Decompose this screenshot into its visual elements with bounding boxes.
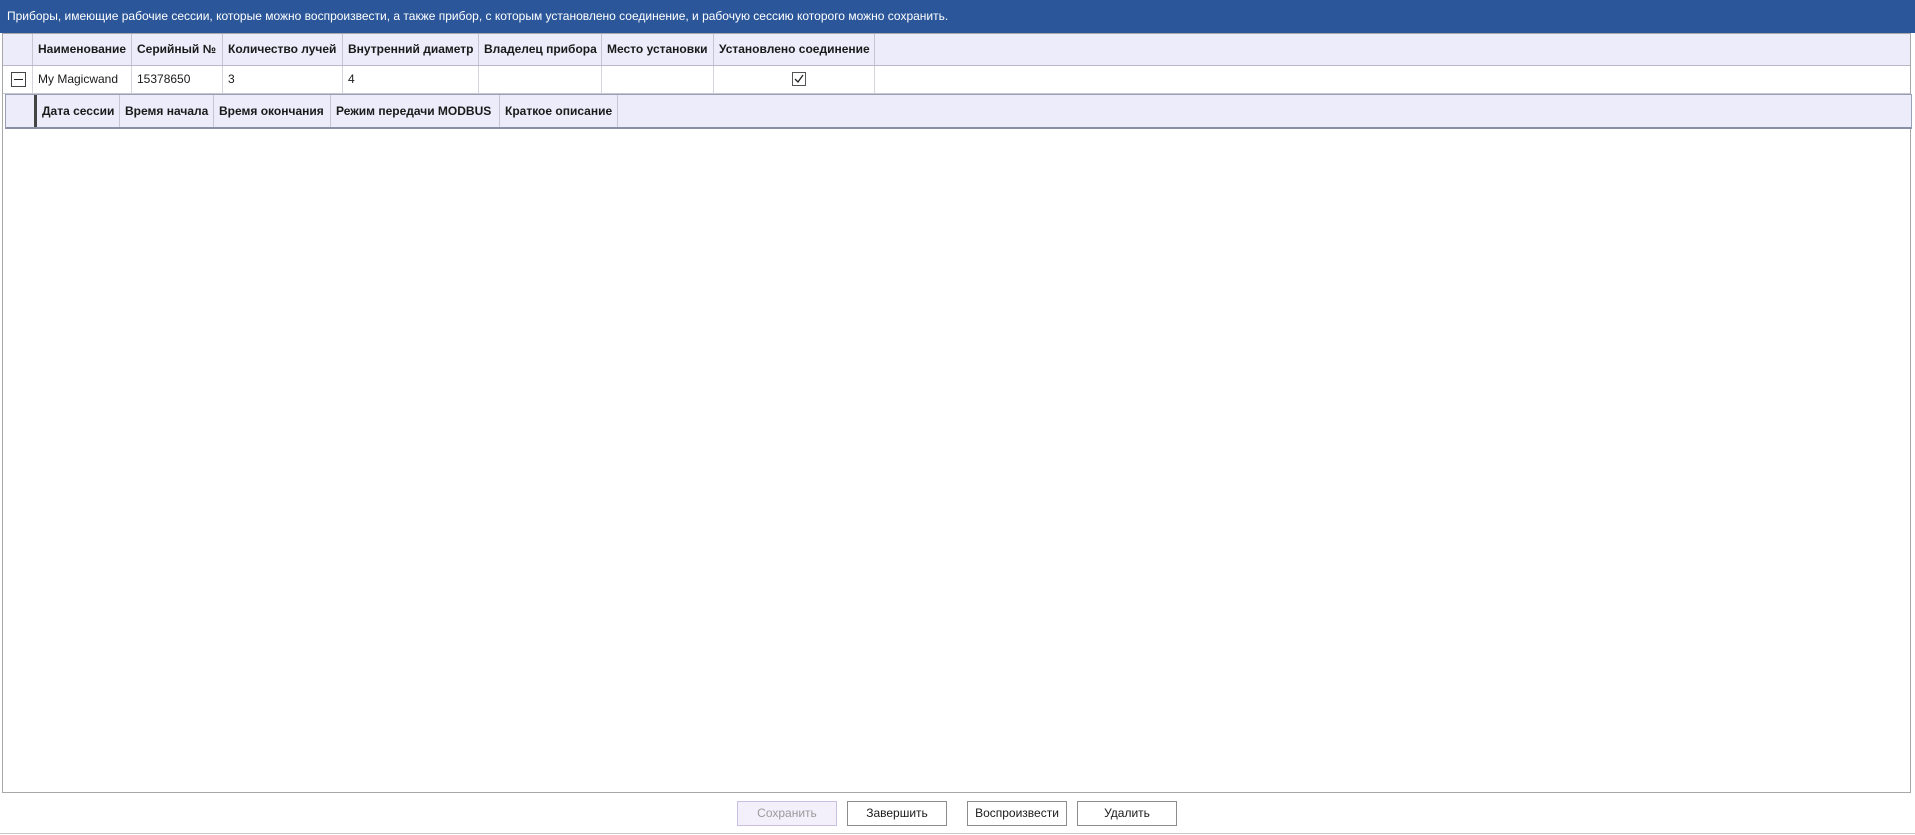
check-icon [794, 74, 804, 84]
row-expander-cell [3, 66, 33, 93]
column-header-session-date[interactable]: Дата сессии [37, 95, 120, 127]
cell-name[interactable]: My Magicwand [33, 66, 132, 93]
cell-location[interactable] [602, 66, 714, 93]
page-title: Приборы, имеющие рабочие сессии, которые… [0, 0, 1915, 33]
save-button[interactable]: Сохранить [737, 801, 837, 826]
column-header-end-time[interactable]: Время окончания [214, 95, 331, 127]
column-header-beams[interactable]: Количество лучей [223, 34, 343, 65]
header-expander-cell [3, 34, 33, 65]
devices-grid: Наименование Серийный № Количество лучей… [2, 33, 1912, 793]
finish-button[interactable]: Завершить [847, 801, 947, 826]
column-header-name[interactable]: Наименование [33, 34, 132, 65]
column-header-owner[interactable]: Владелец прибора [479, 34, 602, 65]
cell-inner-diameter[interactable]: 4 [343, 66, 479, 93]
collapse-icon[interactable] [11, 72, 26, 87]
cell-owner[interactable] [479, 66, 602, 93]
column-header-modbus-mode[interactable]: Режим передачи MODBUS [331, 95, 500, 127]
column-header-description[interactable]: Краткое описание [500, 95, 618, 127]
connected-checkbox[interactable] [792, 72, 806, 86]
column-header-start-time[interactable]: Время начала [120, 95, 214, 127]
cell-connected[interactable] [714, 66, 875, 93]
column-header-inner-diameter[interactable]: Внутренний диаметр [343, 34, 479, 65]
delete-button[interactable]: Удалить [1077, 801, 1177, 826]
sessions-header-row: Дата сессии Время начала Время окончания… [5, 94, 1912, 129]
devices-header-row: Наименование Серийный № Количество лучей… [3, 34, 1910, 66]
table-row[interactable]: My Magicwand 15378650 3 4 [3, 66, 1910, 94]
column-header-serial[interactable]: Серийный № [132, 34, 223, 65]
play-button[interactable]: Воспроизвести [967, 801, 1067, 826]
column-header-location[interactable]: Место установки [602, 34, 714, 65]
cell-beams[interactable]: 3 [223, 66, 343, 93]
cell-serial[interactable]: 15378650 [132, 66, 223, 93]
bottom-divider [0, 833, 1915, 834]
column-header-connected[interactable]: Установлено соединение [714, 34, 875, 65]
